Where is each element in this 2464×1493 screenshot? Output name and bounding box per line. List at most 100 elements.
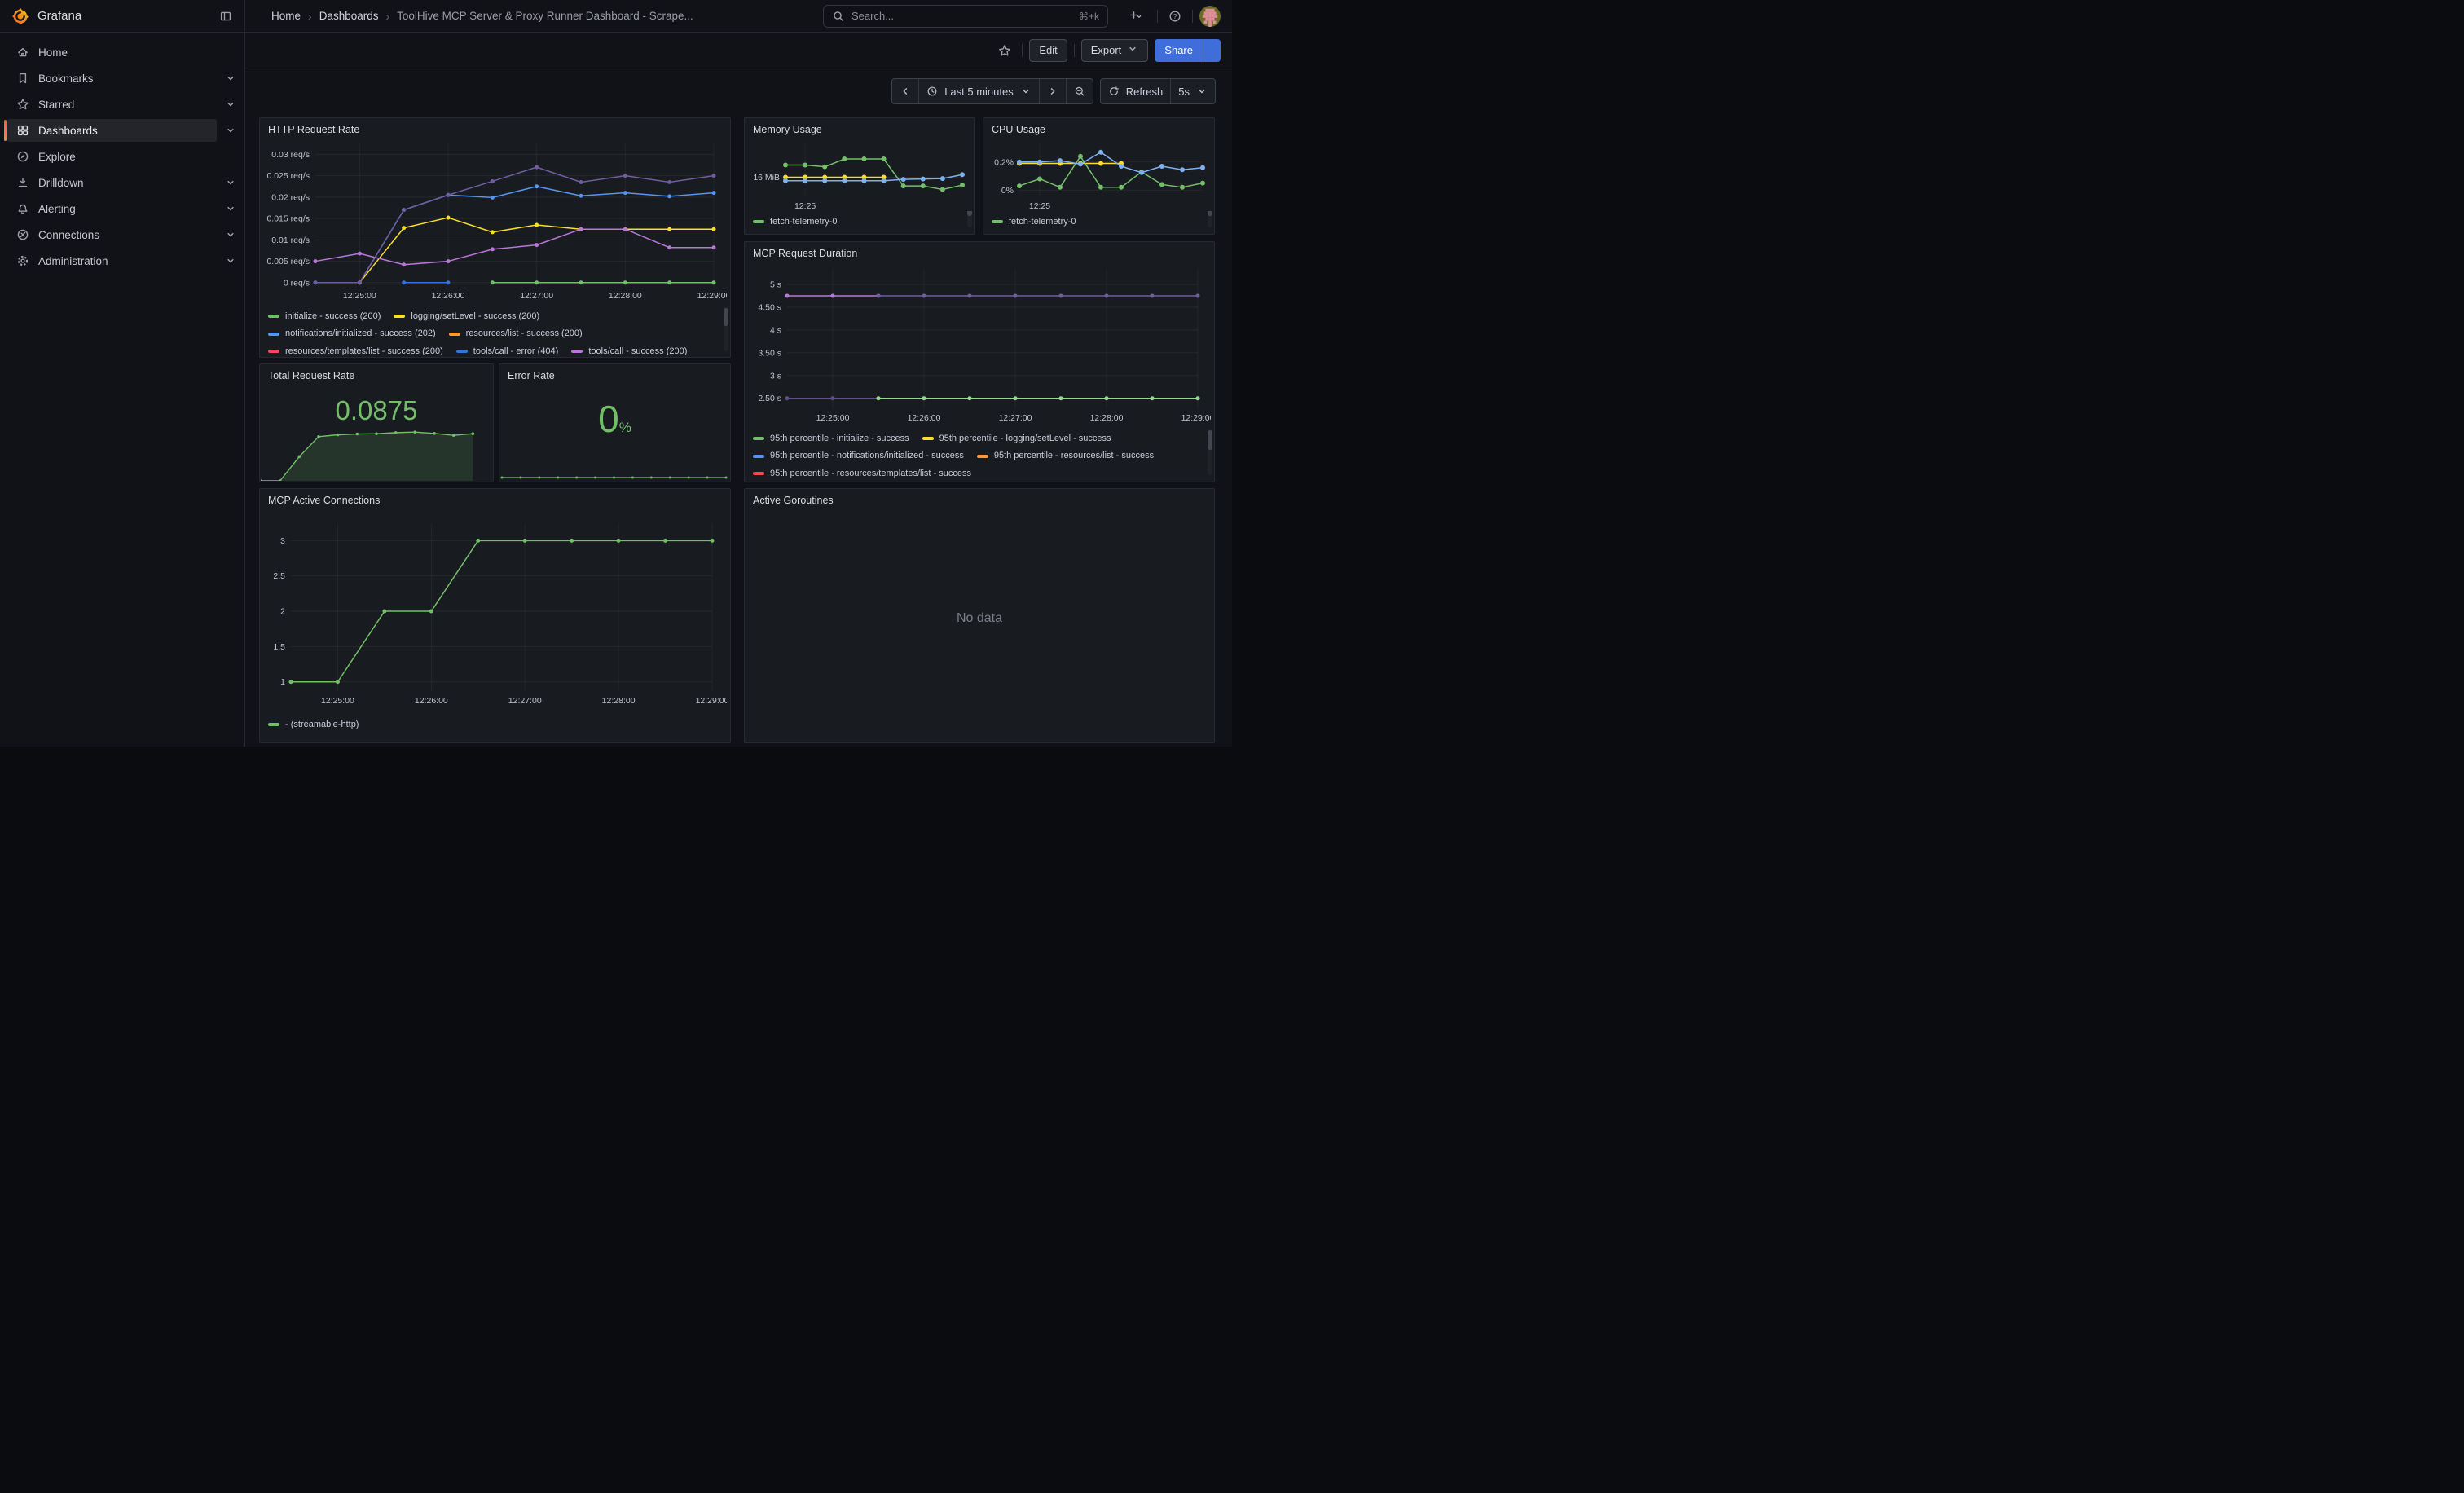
legend-item[interactable]: 95th percentile - resources/templates/li…	[753, 466, 971, 479]
panel-title[interactable]: CPU Usage	[983, 118, 1214, 138]
legend-swatch	[753, 220, 764, 223]
scrollbar[interactable]	[1208, 429, 1212, 475]
svg-text:2.5: 2.5	[273, 571, 285, 581]
legend-item[interactable]: tools/call - error (404)	[456, 344, 559, 355]
time-forward-button[interactable]	[1039, 79, 1066, 103]
expand-chevron-icon[interactable]	[217, 229, 244, 240]
sidebar-item-label: Starred	[38, 99, 74, 111]
add-new-icon[interactable]	[1120, 6, 1151, 27]
sidebar-item-button[interactable]: Explore	[7, 145, 217, 168]
share-button[interactable]: Share	[1155, 39, 1203, 62]
expand-chevron-icon[interactable]	[217, 73, 244, 84]
sidebar-item-home[interactable]: Home	[0, 39, 244, 65]
expand-chevron-icon[interactable]	[217, 99, 244, 110]
breadcrumb-separator-icon: ›	[308, 10, 312, 23]
panel-title[interactable]: MCP Request Duration	[745, 242, 1214, 262]
mcp-active-connections-chart[interactable]: 12:25:0012:26:0012:27:0012:28:0012:29:00…	[263, 509, 727, 714]
edit-button[interactable]: Edit	[1029, 39, 1067, 62]
legend-item[interactable]: fetch-telemetry-0	[992, 214, 1076, 230]
panel-mcp-request-duration: MCP Request Duration 12:25:0012:26:0012:…	[744, 241, 1215, 482]
panel-total-request-rate: Total Request Rate 0.0875	[259, 363, 494, 482]
refresh-interval-button[interactable]: 5s	[1170, 79, 1215, 103]
sidebar-item-button[interactable]: Connections	[7, 223, 217, 246]
bookmark-icon	[16, 72, 29, 85]
apps-icon	[16, 124, 29, 137]
legend-swatch	[268, 723, 279, 726]
scrollbar[interactable]	[724, 307, 728, 351]
error-rate-sparkline[interactable]	[500, 469, 729, 481]
search-input[interactable]: Search... ⌘+k	[823, 5, 1108, 28]
sidebar-item-label: Alerting	[38, 203, 76, 215]
legend-item[interactable]: resources/list - success (200)	[449, 326, 583, 341]
panel-title[interactable]: Memory Usage	[745, 118, 974, 138]
legend-item[interactable]: notifications/initialized - success (202…	[268, 326, 436, 341]
search-placeholder: Search...	[851, 10, 1072, 22]
legend-item[interactable]: 95th percentile - initialize - success	[753, 431, 909, 447]
nav-actions: ?	[1108, 6, 1232, 27]
cpu-usage-chart[interactable]: 12:250.2%0%	[987, 138, 1211, 211]
svg-text:2: 2	[280, 607, 285, 617]
http-request-rate-legend: initialize - success (200) logging/setLev…	[260, 306, 730, 355]
panel-title[interactable]: HTTP Request Rate	[260, 118, 730, 138]
panel-title[interactable]: MCP Active Connections	[260, 489, 730, 509]
time-range-button[interactable]: Last 5 minutes	[918, 79, 1039, 103]
zoom-out-icon	[1074, 86, 1085, 97]
legend-item[interactable]: 95th percentile - notifications/initiali…	[753, 448, 964, 464]
legend-item[interactable]: - (streamable-http)	[268, 717, 359, 733]
refresh-button[interactable]: Refresh	[1101, 79, 1171, 103]
favorite-star-icon[interactable]	[994, 40, 1015, 61]
sidebar-item-button[interactable]: Bookmarks	[7, 67, 217, 90]
sidebar-toggle-icon[interactable]	[215, 6, 236, 27]
legend-item[interactable]: tools/call - success (200)	[571, 344, 687, 355]
sidebar-item-button[interactable]: Dashboards	[7, 119, 217, 142]
time-range-label: Last 5 minutes	[944, 86, 1014, 98]
bookmark-icon	[16, 72, 29, 85]
http-request-rate-chart[interactable]: 12:25:0012:26:0012:27:0012:28:0012:29:00…	[263, 138, 727, 306]
sidebar-item-button[interactable]: Home	[7, 41, 217, 64]
sidebar-item-button[interactable]: Starred	[7, 93, 217, 116]
export-button[interactable]: Export	[1081, 39, 1149, 62]
zoom-out-button[interactable]	[1066, 79, 1093, 103]
gear-icon	[16, 254, 29, 267]
memory-usage-chart[interactable]: 12:2516 MiB	[748, 138, 970, 211]
legend-item[interactable]: logging/setLevel - success (200)	[394, 309, 539, 324]
time-back-button[interactable]	[892, 79, 918, 103]
sidebar-item-drilldown[interactable]: Drilldown	[0, 170, 244, 196]
sidebar-item-connections[interactable]: Connections	[0, 222, 244, 248]
chevron-right-icon	[1047, 86, 1058, 97]
expand-chevron-icon[interactable]	[217, 255, 244, 266]
grafana-logo-icon[interactable]	[11, 7, 29, 25]
share-chevron-button[interactable]	[1203, 39, 1221, 62]
expand-chevron-icon[interactable]	[217, 203, 244, 214]
sidebar-item-button[interactable]: Alerting	[7, 197, 217, 220]
panel-title[interactable]: Total Request Rate	[260, 364, 493, 384]
breadcrumb-item[interactable]: Home	[271, 10, 301, 22]
svg-text:1.5: 1.5	[273, 642, 285, 652]
legend-item[interactable]: 95th percentile - logging/setLevel - suc…	[922, 431, 1111, 447]
scrollbar[interactable]	[1208, 211, 1212, 227]
legend-item[interactable]: fetch-telemetry-0	[753, 214, 838, 230]
legend-item[interactable]: resources/templates/list - success (200)	[268, 344, 443, 355]
sidebar-item-explore[interactable]: Explore	[0, 143, 244, 170]
help-icon[interactable]: ?	[1164, 6, 1186, 27]
panel-title[interactable]: Active Goroutines	[745, 489, 1214, 509]
sidebar-item-label: Administration	[38, 255, 108, 267]
mcp-request-duration-chart[interactable]: 12:25:0012:26:0012:27:0012:28:0012:29:00…	[748, 262, 1211, 428]
sidebar-item-alerting[interactable]: Alerting	[0, 196, 244, 222]
breadcrumb-item[interactable]: Dashboards	[319, 10, 379, 22]
sidebar-item-bookmarks[interactable]: Bookmarks	[0, 65, 244, 91]
legend-item[interactable]: 95th percentile - resources/list - succe…	[977, 448, 1154, 464]
total-request-rate-sparkline[interactable]	[261, 417, 492, 481]
sidebar-item-button[interactable]: Administration	[7, 249, 217, 272]
legend-item[interactable]: initialize - success (200)	[268, 309, 381, 324]
sidebar-item-button[interactable]: Drilldown	[7, 171, 217, 194]
sidebar-item-dashboards[interactable]: Dashboards	[0, 117, 244, 143]
scrollbar[interactable]	[967, 211, 972, 227]
avatar[interactable]	[1199, 6, 1221, 27]
sidebar-item-starred[interactable]: Starred	[0, 91, 244, 117]
sidebar-item-administration[interactable]: Administration	[0, 248, 244, 274]
expand-chevron-icon[interactable]	[217, 177, 244, 188]
search-shortcut: ⌘+k	[1079, 11, 1099, 22]
panel-title[interactable]: Error Rate	[499, 364, 730, 384]
expand-chevron-icon[interactable]	[217, 125, 244, 136]
